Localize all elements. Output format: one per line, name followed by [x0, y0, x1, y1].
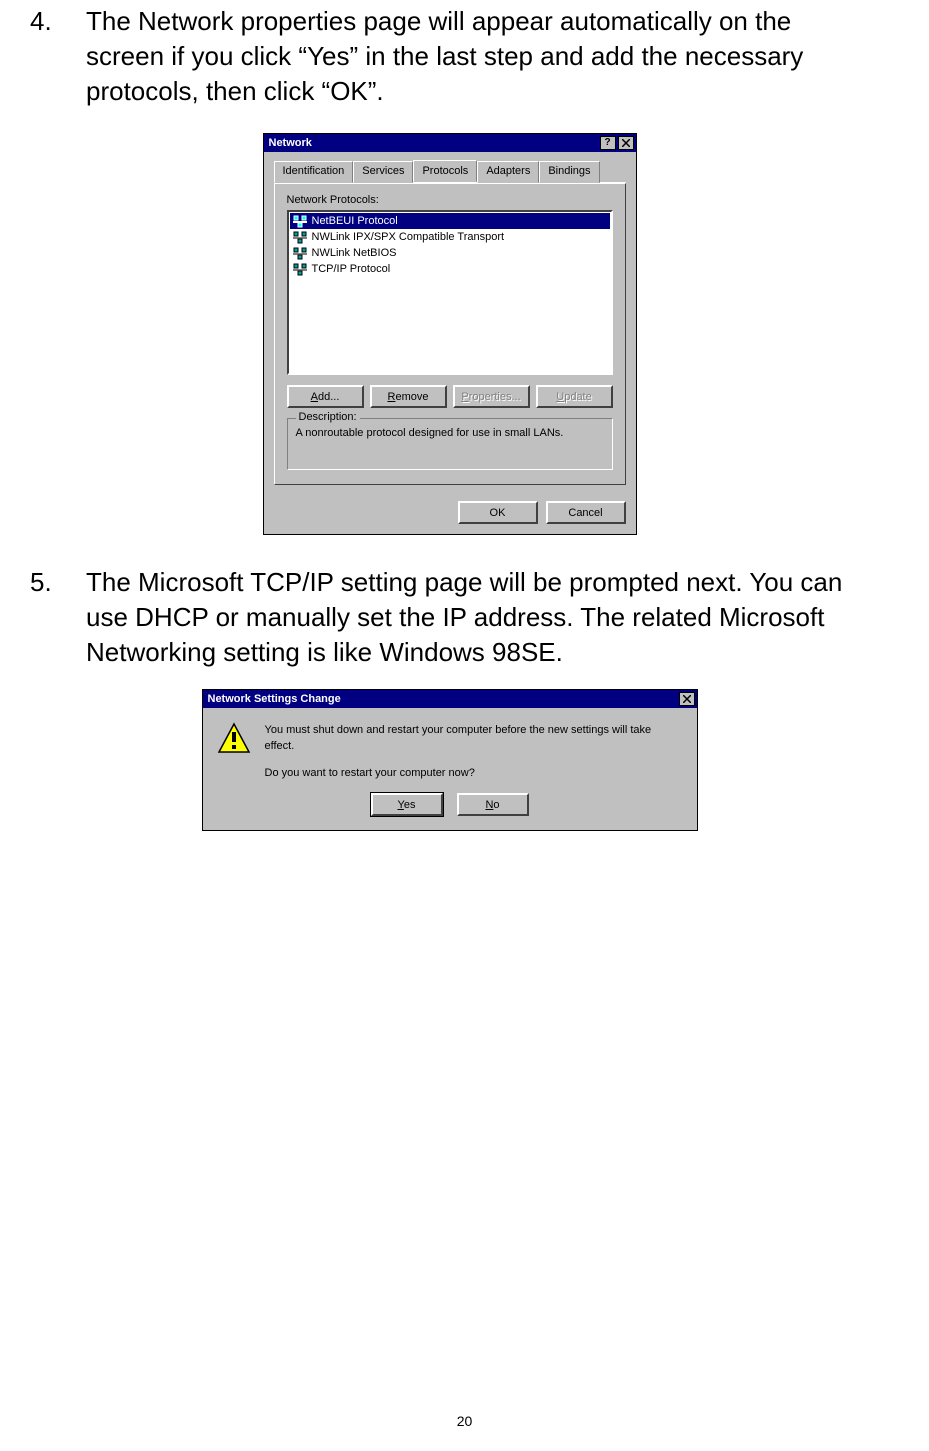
- restart-dialog-title: Network Settings Change: [205, 693, 677, 705]
- protocol-icon: [292, 214, 308, 228]
- restart-dialog: Network Settings Change You must shut do…: [202, 689, 698, 832]
- network-dialog-titlebar[interactable]: Network ?: [264, 134, 636, 152]
- page-number: 20: [0, 1413, 929, 1429]
- list-item-label: NWLink NetBIOS: [312, 247, 397, 259]
- tab-identification[interactable]: Identification: [274, 161, 354, 183]
- restart-message-line1: You must shut down and restart your comp…: [265, 722, 683, 755]
- tab-services[interactable]: Services: [353, 161, 413, 183]
- add-button[interactable]: Add...: [287, 385, 364, 408]
- tab-strip: Identification Services Protocols Adapte…: [274, 160, 626, 183]
- network-dialog-title: Network: [266, 137, 598, 149]
- step-4-text: The Network properties page will appear …: [86, 4, 869, 109]
- protocols-panel: Network Protocols: NetBEUI Protocol NWLi…: [274, 183, 626, 485]
- list-item-label: NWLink IPX/SPX Compatible Transport: [312, 231, 505, 243]
- description-group: Description: A nonroutable protocol desi…: [287, 418, 613, 470]
- warning-icon: [217, 722, 251, 756]
- description-text: A nonroutable protocol designed for use …: [296, 427, 604, 439]
- update-button[interactable]: Update: [536, 385, 613, 408]
- step-5-number: 5.: [30, 565, 86, 670]
- yes-button[interactable]: Yes: [371, 793, 443, 816]
- properties-button[interactable]: Properties...: [453, 385, 530, 408]
- list-item[interactable]: NetBEUI Protocol: [290, 213, 610, 229]
- protocols-listbox[interactable]: NetBEUI Protocol NWLink IPX/SPX Compatib…: [287, 210, 613, 375]
- protocol-icon: [292, 230, 308, 244]
- list-item-label: NetBEUI Protocol: [312, 215, 398, 227]
- list-item[interactable]: TCP/IP Protocol: [290, 261, 610, 277]
- tab-adapters[interactable]: Adapters: [477, 161, 539, 183]
- step-5-text: The Microsoft TCP/IP setting page will b…: [86, 565, 869, 670]
- list-item[interactable]: NWLink IPX/SPX Compatible Transport: [290, 229, 610, 245]
- description-label: Description:: [296, 411, 360, 423]
- remove-button[interactable]: Remove: [370, 385, 447, 408]
- list-item-label: TCP/IP Protocol: [312, 263, 391, 275]
- help-icon[interactable]: ?: [600, 136, 616, 150]
- no-button[interactable]: No: [457, 793, 529, 816]
- protocol-icon: [292, 246, 308, 260]
- step-4-number: 4.: [30, 4, 86, 109]
- step-5: 5. The Microsoft TCP/IP setting page wil…: [30, 565, 869, 670]
- restart-message-line2: Do you want to restart your computer now…: [265, 765, 683, 782]
- ok-button[interactable]: OK: [458, 501, 538, 524]
- list-item[interactable]: NWLink NetBIOS: [290, 245, 610, 261]
- protocol-icon: [292, 262, 308, 276]
- close-icon[interactable]: [618, 136, 634, 150]
- network-dialog: Network ? Identification Services Protoc…: [263, 133, 637, 535]
- tab-protocols[interactable]: Protocols: [413, 160, 477, 182]
- protocols-list-label: Network Protocols:: [287, 194, 613, 206]
- tab-bindings[interactable]: Bindings: [539, 161, 599, 183]
- step-4: 4. The Network properties page will appe…: [30, 4, 869, 109]
- cancel-button[interactable]: Cancel: [546, 501, 626, 524]
- restart-dialog-titlebar[interactable]: Network Settings Change: [203, 690, 697, 708]
- close-icon[interactable]: [679, 692, 695, 706]
